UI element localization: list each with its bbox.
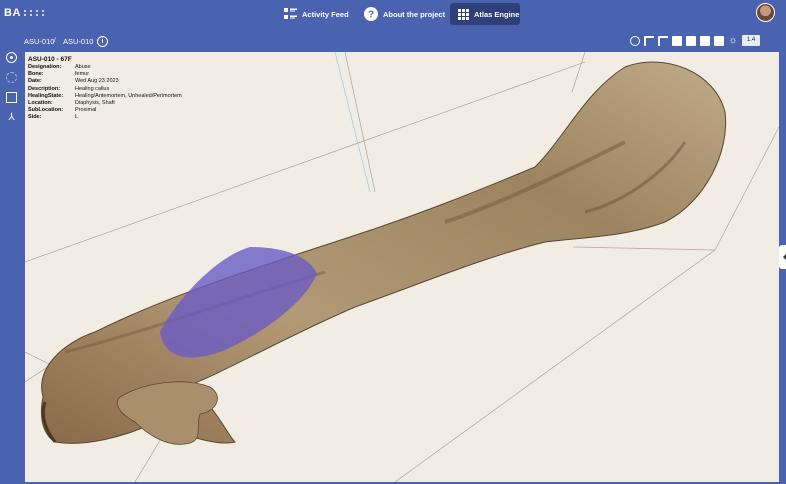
- svg-text:?: ?: [368, 10, 374, 21]
- grid-icon: [458, 8, 469, 20]
- info-key: Bone:: [28, 71, 44, 78]
- view-back-icon[interactable]: [686, 35, 696, 46]
- info-value: Healing/Antemortem, Unhealed/Perimortem: [75, 92, 182, 99]
- bounding-box-icon[interactable]: [6, 92, 17, 103]
- info-key: HealingState:: [28, 92, 64, 99]
- info-row: Description: Healing callus: [28, 86, 182, 93]
- info-key: SubLocation:: [28, 107, 64, 114]
- breadcrumb-item[interactable]: ASU-010: [24, 37, 54, 46]
- nav-atlas-engine[interactable]: Atlas Engine: [450, 3, 520, 25]
- feed-icon: [284, 8, 297, 19]
- logo-text: BA: [4, 7, 21, 19]
- info-key: Description:: [28, 85, 61, 92]
- info-row: HealingState: Healing/Antemortem, Unheale…: [28, 93, 182, 100]
- info-value: Abuse: [75, 64, 91, 70]
- eye-icon[interactable]: [6, 52, 17, 63]
- view-tools: ☼ 1.4: [630, 35, 760, 46]
- breadcrumb-separator: /: [54, 37, 56, 44]
- question-icon: ?: [364, 7, 378, 21]
- lasso-icon[interactable]: [6, 72, 17, 83]
- zoom-input[interactable]: 1.4: [742, 35, 760, 46]
- info-value: L: [75, 114, 79, 121]
- info-key: Side:: [28, 114, 42, 121]
- reset-view-icon[interactable]: [630, 35, 640, 46]
- specimen-info-panel: ASU-010 - 67F Designation: Abuse Bone: fem…: [28, 56, 182, 122]
- top-bar: BA Activity Feed ? About the project Atl…: [0, 0, 786, 28]
- info-value: Wed Aug 23 2023: [75, 78, 119, 85]
- nav-label: Atlas Engine: [474, 9, 520, 19]
- info-icon[interactable]: i: [97, 36, 108, 47]
- info-value: femur: [75, 71, 90, 78]
- view-right-icon[interactable]: [672, 35, 682, 46]
- sub-toolbar: ASU-010 / ASU-010 i ☼ 1.4: [0, 34, 786, 50]
- 3d-viewport[interactable]: ASU-010 - 67F Designation: Abuse Bone: fem…: [25, 52, 779, 482]
- info-key: Date:: [28, 78, 42, 85]
- info-row: Designation: Abuse: [28, 64, 182, 71]
- info-row: Date: Wed Aug 23 2023: [28, 78, 182, 85]
- nav-activity-feed[interactable]: Activity Feed: [284, 3, 349, 25]
- specimen-title: ASU-010 - 67F: [28, 56, 72, 63]
- info-value: Proximal: [75, 107, 97, 114]
- breadcrumb-item[interactable]: ASU-010: [63, 37, 93, 46]
- side-panel-toggle[interactable]: [779, 245, 786, 269]
- logo[interactable]: BA: [4, 7, 45, 19]
- info-row: Location: Diaphysis, Shaft: [28, 100, 182, 107]
- view-top-left-icon[interactable]: [644, 35, 654, 46]
- left-toolbar: ⅄: [6, 52, 22, 132]
- info-value: Diaphysis, Shaft: [75, 100, 115, 107]
- view-front-icon[interactable]: [658, 35, 668, 46]
- axes-icon[interactable]: ⅄: [6, 112, 17, 123]
- info-value: Healing callus: [75, 85, 110, 92]
- nav-label: Activity Feed: [302, 9, 349, 19]
- info-row: SubLocation: Proximal: [28, 107, 182, 114]
- info-row: Bone: femur: [28, 71, 182, 78]
- view-bottom-icon[interactable]: [700, 35, 710, 46]
- info-key: Location:: [28, 100, 53, 107]
- view-left-icon[interactable]: [714, 35, 724, 46]
- info-key: Designation:: [28, 64, 62, 70]
- info-row: Side: L: [28, 114, 182, 121]
- nav-label: About the project: [383, 9, 446, 19]
- logo-dots-icon: [23, 10, 45, 16]
- brightness-icon[interactable]: ☼: [728, 35, 738, 46]
- avatar[interactable]: [756, 3, 775, 22]
- nav-about-project[interactable]: ? About the project: [364, 3, 445, 25]
